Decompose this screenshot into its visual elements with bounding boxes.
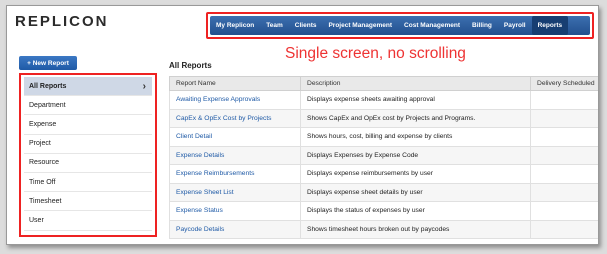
table-row: CapEx & OpEx Cost by Projects Shows CapE… — [169, 108, 598, 128]
sidebar-item-timesheet[interactable]: Timesheet — [24, 192, 152, 212]
table-row: Expense Details Displays Expenses by Exp… — [169, 145, 598, 165]
report-description: Shows CapEx and OpEx cost by Projects an… — [300, 108, 531, 128]
sidebar-item-time-off[interactable]: Time Off — [24, 173, 152, 193]
delivery-cell — [530, 127, 598, 147]
sidebar-item-expense[interactable]: Expense — [24, 115, 152, 135]
report-description: Shows hours, cost, billing and expense b… — [300, 127, 531, 147]
page-title: All Reports — [169, 61, 212, 70]
report-name-link[interactable]: Expense Reimbursements — [169, 164, 301, 184]
top-nav: My Replicon Team Clients Project Managem… — [210, 16, 590, 35]
delivery-cell — [530, 219, 598, 239]
table-row: Expense Reimbursements Displays expense … — [169, 164, 598, 184]
table-row: Expense Status Displays the status of ex… — [169, 201, 598, 221]
chevron-right-icon: › — [142, 80, 146, 92]
nav-clients[interactable]: Clients — [289, 16, 323, 35]
sidebar-item-resource[interactable]: Resource — [24, 154, 152, 173]
sidebar-item-project[interactable]: Project — [24, 135, 152, 154]
report-name-link[interactable]: Expense Status — [169, 201, 301, 221]
report-description: Shows timesheet hours broken out by payc… — [300, 219, 531, 239]
report-name-link[interactable]: Expense Details — [169, 145, 301, 165]
delivery-cell — [530, 201, 598, 221]
table-row: Paycode Details Shows timesheet hours br… — [169, 219, 598, 239]
nav-billing[interactable]: Billing — [466, 16, 498, 35]
report-description: Displays the status of expenses by user — [300, 201, 531, 221]
table-row: Awaiting Expense Approvals Displays expe… — [169, 90, 598, 110]
replicon-logo: REPLICON — [15, 13, 109, 30]
report-name-link[interactable]: Expense Sheet List — [169, 182, 301, 202]
delivery-cell — [530, 108, 598, 128]
delivery-cell — [530, 90, 598, 110]
table-row: Expense Sheet List Displays expense shee… — [169, 182, 598, 202]
column-header-delivery-scheduled[interactable]: Delivery Scheduled — [530, 76, 598, 91]
annotation-text: Single screen, no scrolling — [285, 45, 466, 62]
report-description: Displays Expenses by Expense Code — [300, 145, 531, 165]
report-name-link[interactable]: Client Detail — [169, 127, 301, 147]
nav-team[interactable]: Team — [260, 16, 289, 35]
sidebar-item-department[interactable]: Department — [24, 96, 152, 116]
table-row: Client Detail Shows hours, cost, billing… — [169, 127, 598, 147]
report-description: Displays expense sheet details by user — [300, 182, 531, 202]
report-name-link[interactable]: CapEx & OpEx Cost by Projects — [169, 108, 301, 128]
report-description: Displays expense reimbursements by user — [300, 164, 531, 184]
report-description: Displays expense sheets awaiting approva… — [300, 90, 531, 110]
nav-reports[interactable]: Reports — [531, 16, 569, 35]
delivery-cell — [530, 145, 598, 165]
app-window: REPLICON My Replicon Team Clients Projec… — [6, 5, 599, 245]
nav-project-management[interactable]: Project Management — [322, 16, 398, 35]
nav-my-replicon[interactable]: My Replicon — [210, 16, 260, 35]
sidebar-item-all-reports[interactable]: All Reports › — [24, 77, 152, 97]
sidebar-item-label: All Reports — [29, 82, 67, 90]
column-header-report-name[interactable]: Report Name — [169, 76, 301, 91]
nav-payroll[interactable]: Payroll — [498, 16, 532, 35]
report-name-link[interactable]: Paycode Details — [169, 219, 301, 239]
delivery-cell — [530, 164, 598, 184]
reports-table: Report Name Description Delivery Schedul… — [169, 76, 598, 239]
sidebar: All Reports › Department Expense Project… — [24, 77, 152, 231]
delivery-cell — [530, 182, 598, 202]
sidebar-item-user[interactable]: User — [24, 211, 152, 231]
new-report-button[interactable]: + New Report — [19, 56, 77, 70]
report-name-link[interactable]: Awaiting Expense Approvals — [169, 90, 301, 110]
nav-cost-management[interactable]: Cost Management — [398, 16, 466, 35]
column-header-description[interactable]: Description — [300, 76, 531, 91]
table-header-row: Report Name Description Delivery Schedul… — [169, 76, 598, 91]
